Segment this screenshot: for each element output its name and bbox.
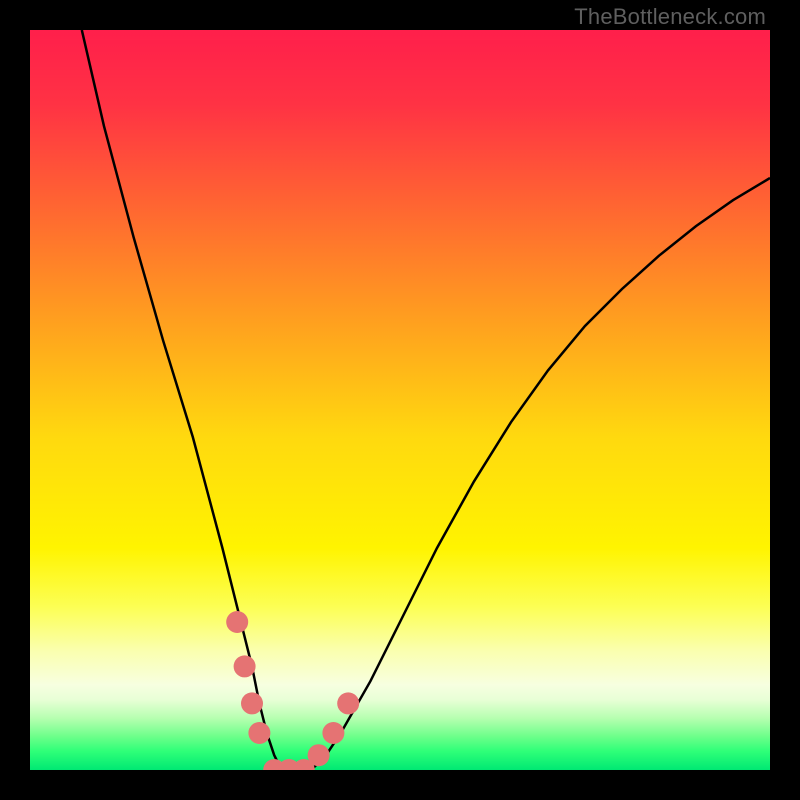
watermark-text: TheBottleneck.com [574,4,766,30]
marker-dot [226,611,248,633]
frame-right [770,0,800,800]
marker-dot [241,692,263,714]
marker-dot [308,744,330,766]
bottleneck-chart [30,30,770,770]
marker-dot [337,692,359,714]
frame-bottom [0,770,800,800]
frame-left [0,0,30,800]
marker-dot [248,722,270,744]
chart-background [30,30,770,770]
marker-dot [234,655,256,677]
marker-dot [322,722,344,744]
